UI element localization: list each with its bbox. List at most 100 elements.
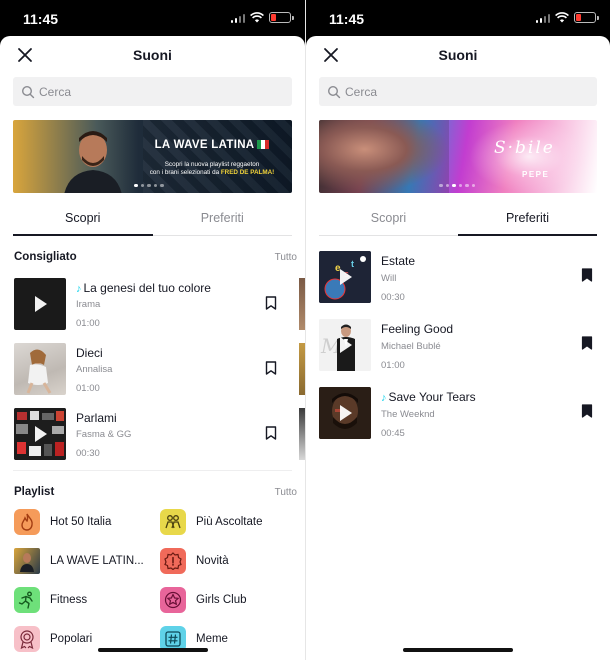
search-input[interactable] [345, 84, 565, 99]
svg-text:t: t [351, 259, 354, 269]
wifi-icon [250, 12, 264, 23]
play-icon [340, 405, 352, 421]
track-artist: The Weeknd [381, 409, 435, 420]
bookmark-outline-icon[interactable] [265, 296, 277, 310]
playlist-label: Popolari [50, 633, 93, 645]
playlist-header: Playlist Tutto [14, 484, 297, 500]
playlist-item[interactable]: Hot 50 Italia [14, 509, 111, 535]
search-bar[interactable] [13, 77, 292, 106]
status-time: 11:45 [329, 11, 365, 27]
tab-discover[interactable]: Scopri [319, 207, 458, 235]
tab-favorites[interactable]: Preferiti [458, 207, 597, 236]
banner-highlight: FRED DE PALMA! [220, 169, 275, 176]
track-artist: Will [381, 273, 397, 284]
track-artist: Michael Bublé [381, 341, 441, 352]
banner-title: LA WAVE LATINA [154, 139, 255, 151]
playlist-label: Girls Club [196, 594, 247, 606]
bookmark-outline-icon[interactable] [265, 361, 277, 375]
people-icon [160, 509, 186, 535]
track-artist: Irama [76, 299, 101, 310]
tab-bar: Scopri Preferiti [13, 207, 292, 236]
bookmark-filled-icon[interactable] [581, 404, 593, 418]
play-icon [35, 296, 47, 312]
carousel-dots [134, 183, 164, 187]
runner-icon [14, 587, 40, 613]
playlist-item[interactable]: Più Ascoltate [160, 509, 262, 535]
status-icons [535, 12, 599, 23]
home-indicator[interactable] [403, 648, 513, 652]
search-input[interactable] [39, 84, 259, 99]
recommended-header: Consigliato Tutto [14, 249, 297, 265]
music-note-icon: ♪ [76, 283, 82, 295]
status-icons [230, 12, 294, 23]
track-cover[interactable] [14, 278, 66, 330]
playlist-item[interactable]: LA WAVE LATIN... [14, 548, 144, 574]
track-cover[interactable] [14, 343, 66, 395]
banner-subtitle: Scopri la nuova playlist reggaeton con i… [131, 161, 292, 177]
playlist-item[interactable]: Popolari [14, 626, 92, 652]
playlist-see-all-link[interactable]: Tutto [275, 487, 297, 498]
track-name: La genesi del tuo colore [83, 281, 211, 295]
wifi-icon [555, 12, 569, 23]
favorites-list: e s t Estate Will 00:30 MB [306, 251, 610, 455]
tab-favorites[interactable]: Preferiti [153, 207, 293, 235]
track-artist: Annalisa [76, 364, 113, 375]
track-duration: 01:00 [76, 318, 100, 329]
play-icon [35, 426, 47, 442]
tab-bar: Scopri Preferiti [319, 207, 597, 236]
play-icon [340, 269, 352, 285]
sheet-title: Suoni [133, 47, 172, 63]
track-row[interactable]: e s t Estate Will 00:30 [306, 251, 610, 319]
track-duration: 00:45 [381, 428, 405, 439]
track-cover[interactable] [14, 408, 66, 460]
playlist-label: Meme [196, 633, 228, 645]
sheet-title: Suoni [438, 47, 478, 63]
track-name: Parlami [76, 411, 117, 425]
playlist-item[interactable]: Novità [160, 548, 229, 574]
flame-icon [14, 509, 40, 535]
tab-discover[interactable]: Scopri [13, 207, 153, 236]
promo-banner[interactable]: LA WAVE LATINA Scopri la nuova playlist … [13, 120, 292, 193]
playlist-item[interactable]: Girls Club [160, 587, 246, 613]
sheet-header: Suoni [306, 36, 610, 74]
sheet-header: Suoni [0, 36, 305, 74]
track-row[interactable]: Dieci Annalisa 01:00 [0, 343, 305, 408]
battery-icon [574, 12, 599, 23]
star-badge-icon [160, 587, 186, 613]
recommended-see-all-link[interactable]: Tutto [275, 252, 297, 263]
bookmark-outline-icon[interactable] [265, 426, 277, 440]
track-cover[interactable] [319, 387, 371, 439]
home-indicator[interactable] [97, 648, 208, 652]
carousel-dots [439, 183, 475, 187]
track-duration: 00:30 [381, 292, 405, 303]
banner-subtitle-line1: Scopri la nuova playlist reggaeton [164, 161, 260, 168]
track-row[interactable]: Parlami Fasma & GG 00:30 [0, 408, 305, 473]
play-icon [340, 337, 352, 353]
bookmark-filled-icon[interactable] [581, 336, 593, 350]
track-row[interactable]: ♪ La genesi del tuo colore Irama 01:00 [0, 278, 305, 343]
bookmark-filled-icon[interactable] [581, 268, 593, 282]
search-bar[interactable] [319, 77, 597, 106]
track-row[interactable]: MB Feeling Good Michael Bublé 01:00 [306, 319, 610, 387]
track-name: Feeling Good [381, 322, 454, 336]
playlist-item[interactable]: Fitness [14, 587, 87, 613]
banner-artist-name: PEPE [522, 170, 550, 179]
recommended-list: ♪ La genesi del tuo colore Irama 01:00 Di… [0, 278, 305, 473]
track-duration: 00:30 [76, 448, 100, 459]
playlist-label: Novità [196, 555, 229, 567]
cover-icon [14, 548, 40, 574]
track-name: Estate [381, 254, 416, 268]
music-note-icon: ♪ [381, 392, 387, 404]
status-bar: 11:45 [306, 0, 610, 36]
track-cover[interactable]: MB [319, 319, 371, 371]
search-icon [21, 85, 35, 98]
track-row[interactable]: ♪ Save Your Tears The Weeknd 00:45 [306, 387, 610, 455]
track-duration: 01:00 [76, 383, 100, 394]
track-cover[interactable]: e s t [319, 251, 371, 303]
alert-badge-icon [160, 548, 186, 574]
promo-banner[interactable]: S·bile PEPE [319, 120, 597, 193]
cellular-signal-icon [230, 13, 245, 23]
recommended-title: Consigliato [14, 251, 77, 263]
right-screen: 11:45 Suoni S·bile PEPE Scopri Preferiti [305, 0, 610, 660]
status-time: 11:45 [23, 11, 59, 27]
